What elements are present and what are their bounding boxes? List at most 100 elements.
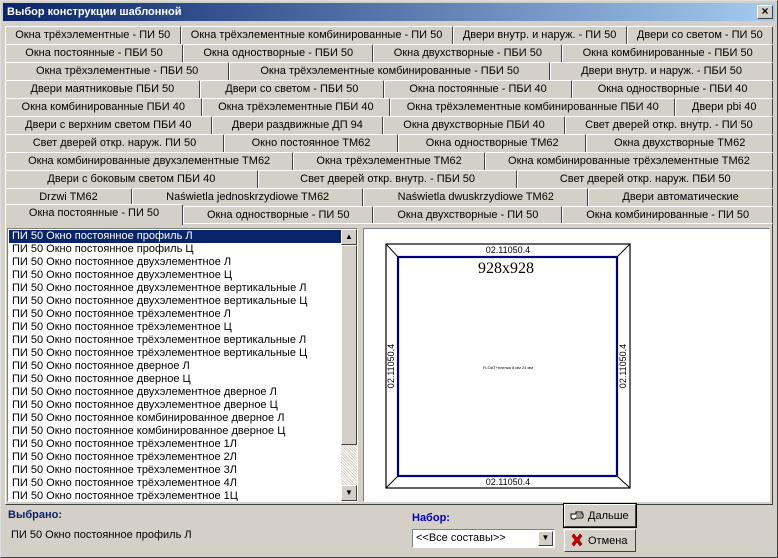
list-item[interactable]: ПИ 50 Окно постоянное дверное Ц	[9, 373, 341, 386]
cancel-button[interactable]: Отмена	[564, 529, 636, 552]
list-item[interactable]: ПИ 50 Окно постоянное двухэлементное две…	[9, 386, 341, 399]
glass-caption: FLOAT+пленка 8 мм 24 мм	[483, 365, 533, 370]
tab-row: Окна комбинированные ПБИ 40 Окна трёхэлем…	[5, 98, 774, 116]
tab[interactable]: Двери с верхним светом ПБИ 40	[5, 116, 212, 134]
list-item[interactable]: ПИ 50 Окно постоянное трёхэлементное 2Л	[9, 451, 341, 464]
tab[interactable]: Окна двухстворные - ПИ 50	[373, 206, 563, 224]
tab-strip: Окна трёхэлементные - ПИ 50 Окна трёхэлем…	[1, 23, 778, 225]
close-icon: ×	[761, 4, 769, 18]
tab[interactable]: Окна комбинированные ПБИ 40	[5, 98, 202, 116]
list-item[interactable]: ПИ 50 Окно постоянное трёхэлементное вер…	[9, 347, 341, 360]
next-button[interactable]: Дальше	[563, 503, 637, 528]
close-button[interactable]: ×	[757, 5, 773, 19]
tab-row: Окна постоянные - ПИ 50 Окна одностворные…	[5, 204, 774, 225]
tab[interactable]: Свет дверей откр. внутр. - ПБИ 50	[257, 170, 518, 188]
tab[interactable]: Двери pbi 40	[675, 98, 774, 116]
list-item[interactable]: ПИ 50 Окно постоянное двухэлементное вер…	[9, 282, 341, 295]
tab[interactable]: Окна трёхэлементные комбинированные - ПБ…	[229, 62, 551, 80]
profile-label-right: 02.11050.4	[618, 344, 628, 388]
template-list[interactable]: ПИ 50 Окно постоянное профиль Л ПИ 50 Окн…	[7, 228, 358, 502]
tab[interactable]: Окна постоянные - ПБИ 50	[5, 44, 184, 62]
dimension-label: 928x928	[478, 260, 534, 277]
list-scrollbar[interactable]: ▲ ▼	[341, 229, 357, 501]
list-item[interactable]: ПИ 50 Окно постоянное трёхэлементное 4Л	[9, 477, 341, 490]
set-select-value: <<Все составы>>	[416, 532, 506, 544]
tab[interactable]: Окна комбинированные двухэлементные ТМ62	[5, 152, 294, 170]
tab[interactable]: Окна трёхэлементные комбинированные ПБИ …	[390, 98, 676, 116]
list-item[interactable]: ПИ 50 Окно постоянное профиль Ц	[9, 243, 341, 256]
tab[interactable]: Двери маятниковые ПБИ 50	[5, 80, 200, 98]
frame-corner	[616, 475, 631, 489]
tab[interactable]: Окна постоянные - ПБИ 40	[383, 80, 573, 98]
tab[interactable]: Окна трёхэлементные ПБИ 40	[201, 98, 391, 116]
list-item[interactable]: ПИ 50 Окно постоянное дверное Л	[9, 360, 341, 373]
hand-pointing-icon	[570, 511, 584, 520]
tab[interactable]: Окна одностворные - ПБИ 40	[572, 80, 774, 98]
tab[interactable]: Окна трёхэлементные - ПИ 50	[5, 26, 181, 44]
list-item[interactable]: ПИ 50 Окно постоянное комбинированное дв…	[9, 425, 341, 438]
arrow-up-icon: ▲	[345, 232, 353, 241]
tab[interactable]: Окна комбинированные - ПИ 50	[562, 206, 774, 224]
list-item[interactable]: ПИ 50 Окно постоянное трёхэлементное вер…	[9, 334, 341, 347]
list-item[interactable]: ПИ 50 Окно постоянное трёхэлементное Л	[9, 308, 341, 321]
template-selection-dialog: Выбор конструкции шаблонной × Окна трёхэ…	[0, 0, 778, 558]
construction-preview: 02.11050.4 02.11050.4 02.11050.4 02.1105…	[363, 228, 770, 502]
next-button-label: Дальше	[588, 510, 629, 522]
list-item[interactable]: ПИ 50 Окно постоянное двухэлементное Л	[9, 256, 341, 269]
tab[interactable]: Окна двухстворные ПБИ 40	[383, 116, 565, 134]
arrow-down-icon: ▼	[345, 488, 353, 497]
profile-label-top: 02.11050.4	[486, 245, 530, 255]
tab[interactable]: Двери со светом - ПИ 50	[626, 26, 774, 44]
list-item[interactable]: ПИ 50 Окно постоянное трёхэлементное 1Ц	[9, 490, 341, 501]
tab[interactable]: Двери раздвижные ДП 94	[211, 116, 384, 134]
tab[interactable]: Окна постоянные - ПИ 50	[5, 204, 184, 225]
tab[interactable]: Окна трёхэлементные комбинированные - ПИ…	[180, 26, 453, 44]
window-drawing: 02.11050.4 02.11050.4 02.11050.4 02.1105…	[385, 243, 631, 489]
tab-row: Двери с боковым светом ПБИ 40 Свет дверей…	[5, 170, 773, 188]
tab[interactable]: Двери со светом - ПБИ 50	[199, 80, 384, 98]
set-caption: Набор:	[412, 512, 450, 524]
list-item[interactable]: ПИ 50 Окно постоянное трёхэлементное Ц	[9, 321, 341, 334]
list-item[interactable]: ПИ 50 Окно постоянное комбинированное дв…	[9, 412, 341, 425]
red-x-icon	[571, 533, 583, 547]
tab[interactable]: Окна двухстворные - ПБИ 50	[373, 44, 563, 62]
cancel-button-label: Отмена	[588, 535, 628, 547]
selected-caption: Выбрано:	[8, 509, 62, 521]
list-item[interactable]: ПИ 50 Окно постоянное профиль Л	[9, 230, 341, 243]
tab[interactable]: Окна одностворные - ПИ 50	[183, 206, 374, 224]
set-select[interactable]: <<Все составы>> ▼	[412, 529, 555, 548]
tab-row: Окна комбинированные двухэлементные ТМ62…	[5, 152, 773, 170]
profile-label-bottom: 02.11050.4	[486, 477, 530, 487]
tab[interactable]: Окно постоянное ТМ62	[223, 134, 399, 152]
profile-label-left: 02.11050.4	[386, 344, 396, 388]
scroll-down-button[interactable]: ▼	[341, 485, 357, 501]
tab[interactable]: Окна одностворные ТМ62	[398, 134, 587, 152]
tab[interactable]: Окна двухстворные ТМ62	[586, 134, 774, 152]
scroll-up-button[interactable]: ▲	[341, 229, 357, 245]
tab[interactable]: Окна трёхэлементные - ПБИ 50	[5, 62, 230, 80]
tab[interactable]: Свет дверей откр. внутр. - ПИ 50	[564, 116, 773, 134]
tab[interactable]: Окна комбинированные - ПБИ 50	[562, 44, 774, 62]
tab[interactable]: Свет дверей откр. наруж. ПБИ 50	[517, 170, 773, 188]
list-item[interactable]: ПИ 50 Окно постоянное двухэлементное вер…	[9, 295, 341, 308]
list-item[interactable]: ПИ 50 Окно постоянное трёхэлементное 1Л	[9, 438, 341, 451]
tab[interactable]: Окна трёхэлементные ТМ62	[293, 152, 485, 170]
tab[interactable]: Двери автоматические	[588, 188, 773, 206]
list-item[interactable]: ПИ 50 Окно постоянное двухэлементное две…	[9, 399, 341, 412]
tab[interactable]: Двери с боковым светом ПБИ 40	[5, 170, 258, 188]
tab[interactable]: Окна одностворные - ПБИ 50	[183, 44, 374, 62]
list-item[interactable]: ПИ 50 Окно постоянное трёхэлементное 3Л	[9, 464, 341, 477]
tab[interactable]: Окна комбинированные трёхэлементные ТМ62	[484, 152, 773, 170]
tab[interactable]: Двери внутр. и наруж. - ПИ 50	[452, 26, 627, 44]
scroll-thumb[interactable]	[341, 245, 357, 445]
tab-row: Окна трёхэлементные - ПБИ 50 Окна трёхэле…	[5, 62, 774, 80]
title-bar[interactable]: Выбор конструкции шаблонной ×	[3, 3, 775, 21]
list-item[interactable]: ПИ 50 Окно постоянное двухэлементное Ц	[9, 269, 341, 282]
tab[interactable]: Свет дверей откр. наруж. ПИ 50	[5, 134, 224, 152]
set-select-dropdown-button[interactable]: ▼	[538, 531, 553, 546]
chevron-down-icon: ▼	[541, 533, 550, 542]
tab[interactable]: Двери внутр. и наруж. - ПБИ 50	[550, 62, 774, 80]
selected-value: ПИ 50 Окно постоянное профиль Л	[11, 529, 192, 541]
tab-row: Окна постоянные - ПБИ 50 Окна одностворны…	[5, 44, 774, 62]
tab[interactable]: Naświetla dwuskrzydiowe TM62	[363, 188, 589, 206]
